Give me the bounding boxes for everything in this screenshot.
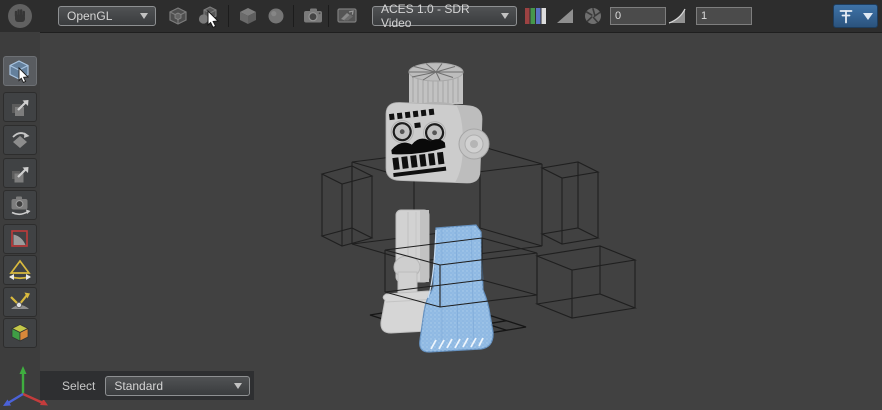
select-label: Select — [62, 379, 95, 393]
snapshot-button[interactable] — [299, 4, 327, 28]
pin-palette-dropdown-button[interactable] — [833, 4, 878, 28]
gamma-input[interactable] — [696, 7, 752, 25]
tool-rotate-lights[interactable] — [3, 255, 37, 285]
bounce-light-icon — [7, 289, 33, 315]
bottom-select-bar: Select Standard — [40, 371, 254, 400]
tool-falloff[interactable] — [3, 224, 37, 254]
select-mode-dropdown-label: Standard — [114, 379, 163, 393]
tool-translate-screen-space[interactable] — [3, 158, 37, 188]
renderer-dropdown-label: OpenGL — [67, 9, 112, 23]
mouse-cursor — [206, 10, 221, 28]
translate-icon — [8, 95, 32, 119]
left-toolbar — [0, 32, 40, 410]
application-window: OpenGL — [0, 0, 882, 410]
select-mode-dropdown[interactable]: Standard — [105, 376, 250, 396]
rgb-bars-icon — [524, 6, 548, 26]
orbit-camera-icon — [8, 193, 32, 217]
solid-cube-button[interactable] — [236, 4, 260, 28]
viewport-3d-model[interactable] — [290, 50, 670, 395]
curved-triangle-ramp-icon — [667, 6, 687, 26]
exposure-input[interactable] — [610, 7, 666, 25]
gamma-toggle-button[interactable] — [665, 4, 689, 28]
top-toolbar: OpenGL — [0, 0, 882, 33]
channel-toggle-button[interactable] — [524, 4, 548, 28]
translate-screen-icon — [8, 161, 32, 185]
push-pin-icon — [838, 6, 854, 26]
shutter-icon — [583, 6, 603, 26]
chevron-down-icon — [140, 13, 148, 19]
aperture-button[interactable] — [581, 4, 605, 28]
model-head[interactable] — [386, 63, 489, 183]
camera-icon — [301, 4, 325, 28]
chevron-down-icon — [863, 13, 873, 20]
hand-icon — [7, 3, 33, 29]
rotate-icon — [8, 128, 32, 152]
select-cube-icon — [7, 58, 33, 84]
renderer-dropdown[interactable]: OpenGL — [58, 6, 156, 26]
tool-translate-objects[interactable] — [3, 92, 37, 122]
toolbar-separator — [293, 5, 294, 27]
tool-orbit-camera[interactable] — [3, 190, 37, 220]
toolbar-separator — [228, 5, 229, 27]
falloff-icon — [8, 227, 32, 251]
screen-layers-icon — [335, 4, 359, 28]
exposure-toggle-button[interactable] — [553, 4, 577, 28]
toolbar-separator — [328, 5, 329, 27]
triangle-ramp-icon — [555, 6, 575, 26]
wireframe-cube-button[interactable] — [166, 4, 190, 28]
hand-logo-icon[interactable] — [7, 3, 33, 29]
color-cube-icon — [8, 321, 32, 345]
tool-bounce-light[interactable] — [3, 287, 37, 317]
cube-icon — [237, 5, 259, 27]
sphere-icon — [265, 5, 287, 27]
projection-screen-button[interactable] — [333, 4, 361, 28]
chevron-down-icon — [501, 13, 509, 19]
light-cone-icon — [7, 257, 33, 283]
cube-wireframe-icon — [167, 5, 189, 27]
tool-rotate-objects[interactable] — [3, 125, 37, 155]
tool-perspective-color-cube[interactable] — [3, 318, 37, 348]
colorspace-dropdown[interactable]: ACES 1.0 - SDR Video — [372, 6, 517, 26]
colorspace-dropdown-label: ACES 1.0 - SDR Video — [381, 2, 496, 30]
chevron-down-icon — [234, 383, 242, 389]
tool-select-objects[interactable] — [3, 56, 37, 86]
solid-sphere-button[interactable] — [264, 4, 288, 28]
